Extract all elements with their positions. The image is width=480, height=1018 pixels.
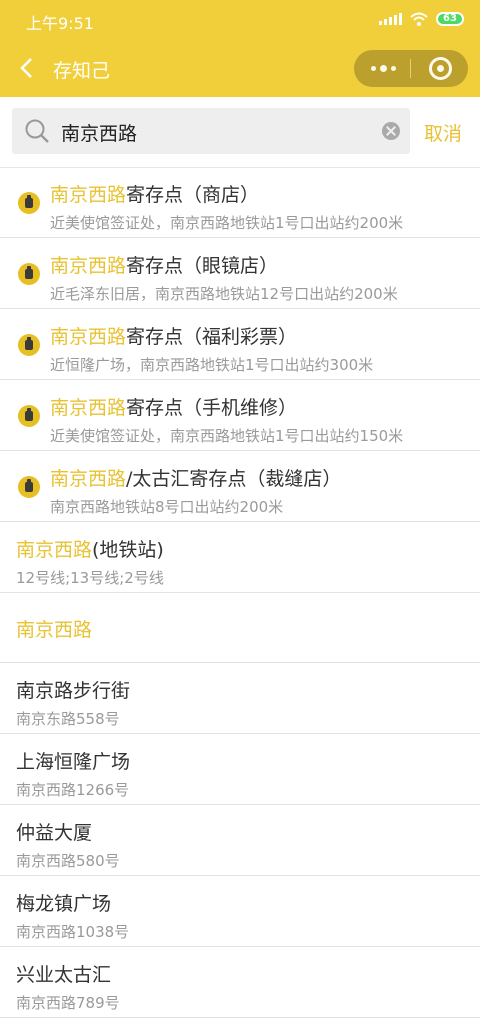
store-title-rest: 寄存点（手机维修）	[126, 397, 298, 419]
store-title-highlight: 南京西路	[50, 255, 127, 277]
place-result-row[interactable]: 上海恒隆广场 南京西路1266号	[0, 734, 480, 805]
store-title: 南京西路寄存点（手机维修）	[50, 393, 297, 420]
store-title-highlight: 南京西路	[50, 397, 127, 419]
place-title: 兴业太古汇	[16, 964, 112, 986]
place-address: 南京西路580号	[16, 852, 120, 870]
place-result-row[interactable]: 梅龙镇广场 南京西路1038号	[0, 876, 480, 947]
close-circle-icon[interactable]	[429, 57, 452, 80]
search-box[interactable]: 南京西路	[12, 108, 410, 154]
store-title: 南京西路寄存点（眼镜店）	[50, 251, 278, 278]
status-time: 上午9:51	[26, 14, 94, 33]
store-subtitle: 南京西路地铁站8号口出站约200米	[50, 498, 284, 516]
luggage-pin-icon	[18, 405, 40, 427]
metro-title-highlight: 南京西路	[16, 539, 93, 561]
store-title-rest: 寄存点（福利彩票）	[126, 326, 298, 348]
store-title-rest: /太古汇寄存点（裁缝店）	[126, 468, 342, 490]
metro-title-rest: (地铁站)	[92, 539, 164, 561]
store-result-row[interactable]: 南京西路寄存点（手机维修） 近美使馆签证处，南京西路地铁站1号口出站约150米	[0, 380, 480, 451]
keyword-title: 南京西路	[16, 619, 93, 641]
battery-icon: 63	[436, 12, 464, 26]
store-subtitle: 近美使馆签证处，南京西路地铁站1号口出站约150米	[50, 427, 404, 445]
place-address: 南京西路789号	[16, 994, 120, 1012]
place-address: 南京东路558号	[16, 710, 120, 728]
battery-level: 63	[443, 13, 457, 24]
metro-title: 南京西路(地铁站)	[16, 535, 164, 562]
store-subtitle: 近美使馆签证处，南京西路地铁站1号口出站约200米	[50, 214, 404, 232]
clear-icon[interactable]	[382, 122, 400, 140]
cancel-button[interactable]: 取消	[424, 119, 462, 146]
top-bar: 上午9:51 63 存知己	[0, 0, 480, 97]
store-title-highlight: 南京西路	[50, 326, 127, 348]
store-title: 南京西路寄存点（商店）	[50, 180, 259, 207]
search-icon	[25, 119, 49, 143]
place-result-row[interactable]: 兴业太古汇 南京西路789号	[0, 947, 480, 1018]
place-title: 上海恒隆广场	[16, 751, 131, 773]
place-title: 梅龙镇广场	[16, 893, 112, 915]
place-result-row[interactable]: 仲益大厦 南京西路580号	[0, 805, 480, 876]
metro-result-row[interactable]: 南京西路(地铁站) 12号线;13号线;2号线	[0, 522, 480, 593]
luggage-pin-icon	[18, 334, 40, 356]
place-result-row[interactable]: 南京路步行街 南京东路558号	[0, 663, 480, 734]
metro-lines: 12号线;13号线;2号线	[16, 569, 164, 587]
store-title-rest: 寄存点（眼镜店）	[126, 255, 279, 277]
store-title: 南京西路/太古汇寄存点（裁缝店）	[50, 464, 341, 491]
place-title: 南京路步行街	[16, 680, 131, 702]
search-input[interactable]: 南京西路	[61, 119, 137, 146]
search-results: 南京西路寄存点（商店） 近美使馆签证处，南京西路地铁站1号口出站约200米 南京…	[0, 167, 480, 1018]
store-title-highlight: 南京西路	[50, 468, 127, 490]
store-result-row[interactable]: 南京西路/太古汇寄存点（裁缝店） 南京西路地铁站8号口出站约200米	[0, 451, 480, 522]
store-title: 南京西路寄存点（福利彩票）	[50, 322, 297, 349]
status-icons: 63	[379, 12, 464, 26]
navigation-bar: 存知己	[0, 40, 480, 97]
place-title: 仲益大厦	[16, 822, 93, 844]
place-address: 南京西路1038号	[16, 923, 130, 941]
keyword-result-row[interactable]: 南京西路	[0, 593, 480, 663]
store-result-row[interactable]: 南京西路寄存点（福利彩票） 近恒隆广场，南京西路地铁站1号口出站约300米	[0, 309, 480, 380]
capsule-divider	[410, 59, 411, 78]
wifi-icon	[410, 12, 428, 26]
place-address: 南京西路1266号	[16, 781, 130, 799]
luggage-pin-icon	[18, 263, 40, 285]
more-icon[interactable]	[368, 55, 398, 82]
store-result-row[interactable]: 南京西路寄存点（商店） 近美使馆签证处，南京西路地铁站1号口出站约200米	[0, 167, 480, 238]
signal-icon	[379, 13, 402, 25]
miniprogram-capsule	[354, 50, 468, 87]
store-title-highlight: 南京西路	[50, 184, 127, 206]
luggage-pin-icon	[18, 192, 40, 214]
status-bar: 上午9:51 63	[0, 0, 480, 40]
store-result-row[interactable]: 南京西路寄存点（眼镜店） 近毛泽东旧居，南京西路地铁站12号口出站约200米	[0, 238, 480, 309]
luggage-pin-icon	[18, 476, 40, 498]
store-title-rest: 寄存点（商店）	[126, 184, 260, 206]
page-title: 存知己	[53, 60, 111, 82]
search-bar: 南京西路 取消	[0, 97, 480, 168]
store-subtitle: 近恒隆广场，南京西路地铁站1号口出站约300米	[50, 356, 374, 374]
back-arrow-icon[interactable]	[18, 56, 34, 80]
store-subtitle: 近毛泽东旧居，南京西路地铁站12号口出站约200米	[50, 285, 398, 303]
